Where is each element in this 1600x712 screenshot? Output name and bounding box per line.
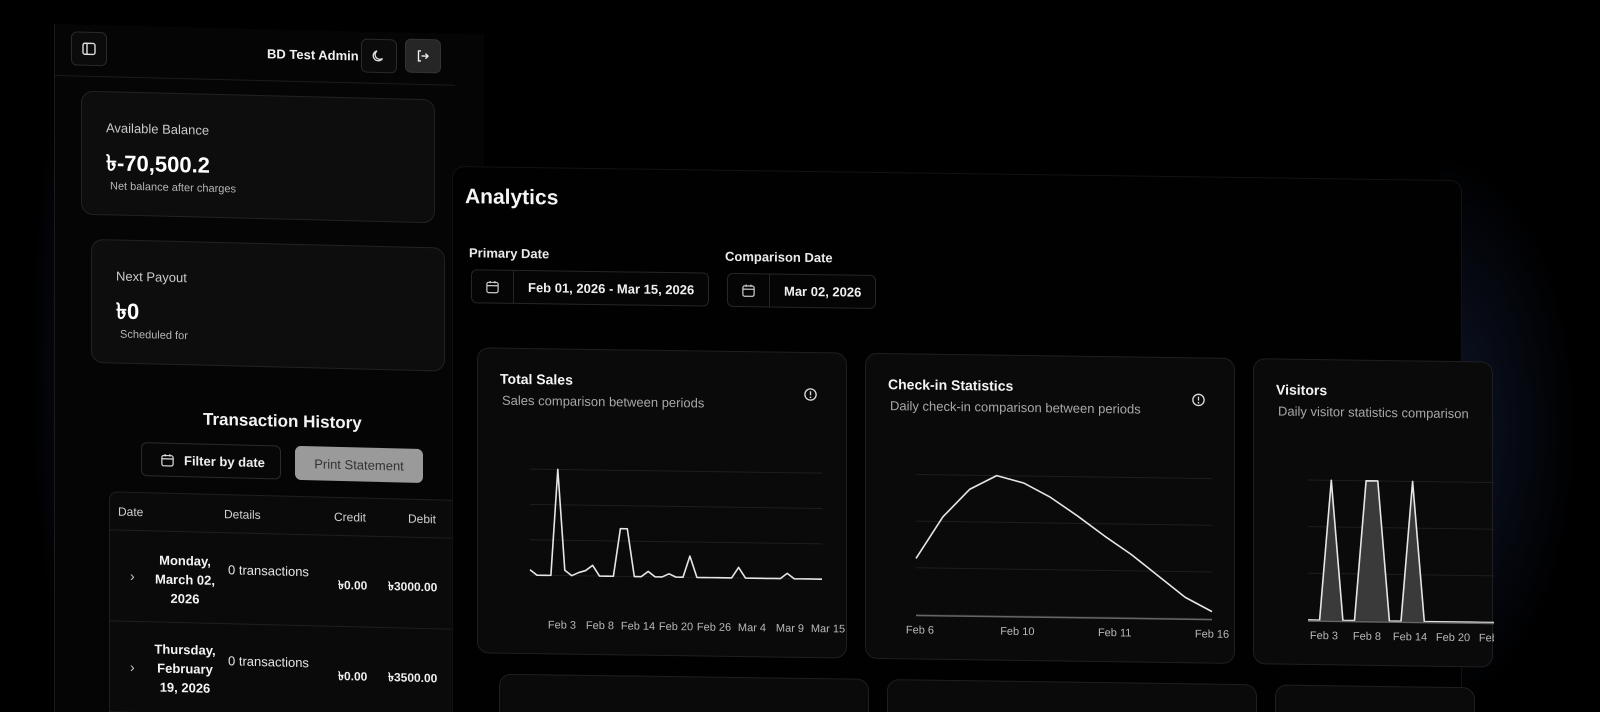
x-tick-label: Feb 6 [906,624,934,636]
x-tick-label: Feb 3 [1310,630,1338,642]
row-credit: ৳0.00 [338,668,368,684]
table-row[interactable]: › Monday, March 02, 2026 0 transactions … [110,531,465,631]
x-tick-label: Feb 3 [548,619,576,631]
check-in-chart: Feb 6 Feb 10 Feb 11 Feb 16 [906,473,1229,641]
grid-line [916,567,1212,573]
column-header: Debit [408,511,437,527]
x-tick-label: Feb 10 [1000,626,1034,638]
x-tick-label: Feb 14 [1393,631,1427,643]
chart-card [887,679,1257,712]
logout-button[interactable] [405,38,441,74]
row-debit: ৳3500.00 [388,670,438,686]
x-tick-label: Mar 15 [811,623,845,635]
balance-label: Available Balance [106,120,210,138]
x-tick-label: Feb 26 [697,621,731,633]
x-tick-label: Feb 16 [1195,628,1229,640]
row-date: Monday, March 02, 2026 [155,552,215,607]
filter-label: Filter by date [184,452,265,470]
chevron-right-icon[interactable]: › [130,568,135,584]
admin-name: BD Test Admin [267,46,359,64]
sidebar-toggle-button[interactable] [71,31,107,67]
logout-icon [417,50,429,62]
panel-left-icon [82,42,96,56]
payout-value: ৳0 [116,298,140,325]
visitors-card: Visitors Daily visitor statistics compar… [1253,358,1494,668]
sales-chart: Feb 3 Feb 8 Feb 14 Feb 20 Feb 26 Mar 4 Mar 9 Ma… [529,468,845,635]
transaction-history-title: Transaction History [203,409,362,433]
check-in-statistics-card: Check-in Statistics Daily check-in compa… [865,352,1235,664]
comparison-date-label: Comparison Date [725,248,833,266]
calendar-icon [742,284,755,297]
table-row[interactable]: › Thursday, February 19, 2026 0 transact… [110,622,465,712]
row-details: 0 transactions [228,562,309,580]
row-details: 0 transactions [228,653,309,671]
chart-card [1275,684,1475,712]
primary-date-picker[interactable]: Feb 01, 2026 - Mar 15, 2026 [471,269,710,307]
balance-note: Net balance after charges [110,180,236,196]
analytics-panel: Analytics Primary Date Feb 01, 2026 - Ma… [452,166,1494,712]
grid-line [916,473,1212,480]
grid-line [530,468,822,474]
payout-note: Scheduled for [120,328,188,343]
comparison-date-value: Mar 02, 2026 [784,283,862,300]
sidebar-header: BD Test Admin [55,24,455,86]
x-tick-label: Feb 8 [586,620,614,632]
grid-line [1308,479,1494,484]
x-tick-label: Feb 20 [1436,632,1470,644]
x-tick-label: Feb 26 [1479,632,1494,644]
total-sales-card: Total Sales Sales comparison between per… [477,347,847,659]
x-tick-label: Mar 9 [776,623,804,635]
row-date: Thursday, February 19, 2026 [154,641,216,696]
page-title: Analytics [465,185,559,210]
payout-label: Next Payout [116,268,187,286]
calendar-icon [486,280,499,293]
x-tick-label: Feb 14 [621,620,655,632]
print-statement-button[interactable]: Print Statement [295,445,423,484]
chevron-right-icon[interactable]: › [130,659,135,675]
column-header: Date [118,504,144,520]
comparison-date-picker[interactable]: Mar 02, 2026 [727,272,877,309]
visitors-chart: Feb 3 Feb 8 Feb 14 Feb 20 Feb 26 [1308,479,1494,645]
series-area [1308,480,1494,623]
x-tick-label: Feb 11 [1098,627,1131,639]
primary-date-value: Feb 01, 2026 - Mar 15, 2026 [528,279,695,297]
transaction-table: Date Details Credit Debit › Monday, Marc… [109,491,465,712]
series-line [529,468,822,580]
row-debit: ৳3000.00 [388,579,438,595]
column-header: Credit [334,509,367,525]
x-tick-label: Feb 8 [1353,631,1381,643]
moon-icon [372,50,384,62]
x-tick-label: Feb 20 [659,621,693,633]
series-line [915,474,1213,613]
x-tick-label: Mar 4 [738,622,766,634]
primary-date-label: Primary Date [469,245,550,262]
chart-card [499,673,869,712]
sidebar-panel: BD Test Admin Available Balance ৳-70,500… [54,24,484,712]
grid-line [916,520,1212,526]
filter-by-date-button[interactable]: Filter by date [141,442,281,480]
column-header: Details [224,507,261,523]
available-balance-card: Available Balance ৳-70,500.2 Net balance… [81,90,435,224]
row-credit: ৳0.00 [338,577,368,593]
grid-line [530,503,822,509]
grid-line [530,539,822,545]
calendar-icon [161,453,174,467]
theme-toggle-button[interactable] [361,38,397,74]
next-payout-card: Next Payout ৳0 Scheduled for [91,238,445,372]
